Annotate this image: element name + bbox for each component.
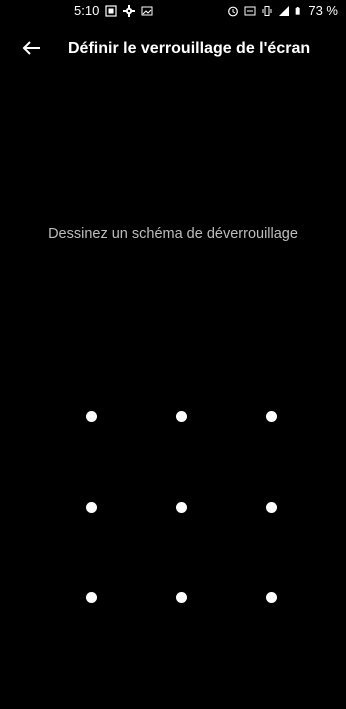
pattern-dot-9[interactable] [266, 592, 277, 603]
battery-level: 73 % [308, 3, 338, 18]
arrow-left-icon [22, 41, 40, 55]
page-title: Définir le verrouillage de l'écran [68, 40, 311, 57]
nfc-icon [244, 6, 256, 15]
pattern-dot-8[interactable] [176, 592, 187, 603]
image-icon [141, 6, 153, 15]
back-button[interactable] [20, 36, 44, 60]
status-bar-left: 5:10 [74, 3, 153, 18]
alarm-icon [228, 6, 239, 16]
status-bar-right: 73 % [227, 3, 338, 18]
pattern-dot-2[interactable] [176, 411, 187, 422]
gear-icon [123, 4, 136, 17]
pattern-dot-7[interactable] [86, 592, 97, 603]
pattern-prompt: Dessinez un schéma de déverrouillage [48, 226, 298, 242]
screenshot-icon [105, 4, 117, 17]
pattern-dot-5[interactable] [176, 502, 187, 513]
screen: 5:10 73 % Définir le verrouillage de l'é… [8, 0, 338, 709]
signal-icon [279, 5, 290, 16]
clock: 5:10 [74, 3, 100, 18]
pattern-dot-6[interactable] [266, 502, 277, 513]
pattern-dot-1[interactable] [86, 411, 97, 422]
app-bar: Définir le verrouillage de l'écran [8, 36, 338, 66]
pattern-dot-4[interactable] [86, 502, 97, 513]
pattern-dot-3[interactable] [266, 411, 277, 422]
vibrate-icon [262, 5, 272, 16]
battery-icon [296, 6, 301, 15]
status-bar: 5:10 73 % [8, 0, 338, 22]
